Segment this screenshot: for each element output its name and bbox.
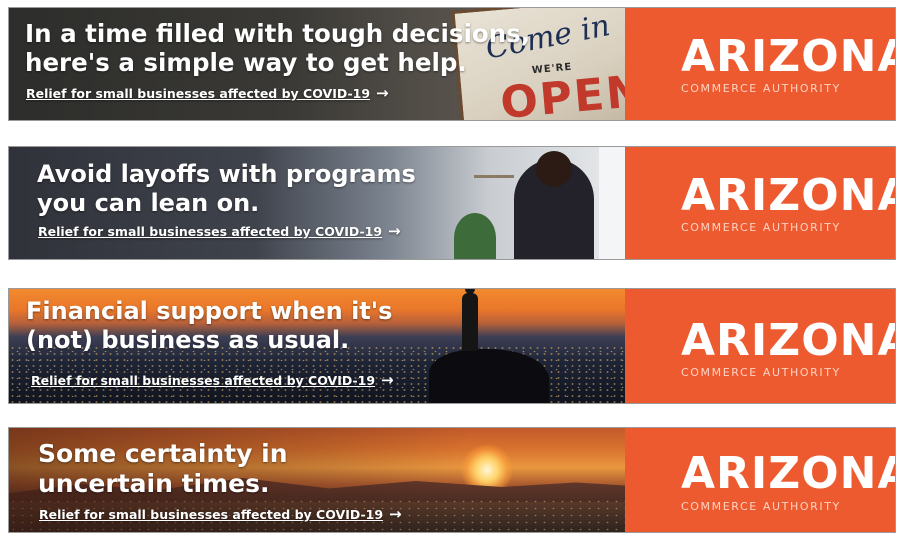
headline-line: Avoid layoffs with programs xyxy=(37,160,416,188)
banner-3[interactable]: Financial support when it's (not) busine… xyxy=(8,288,896,404)
banner-1-relief-link[interactable]: Relief for small businesses affected by … xyxy=(26,84,389,102)
relief-link-text[interactable]: Relief for small businesses affected by … xyxy=(38,224,382,239)
hiker-image xyxy=(462,289,478,351)
banner-4-relief-link[interactable]: Relief for small businesses affected by … xyxy=(39,505,402,523)
arizona-logo-panel: ARIZONA COMMERCE AUTHORITY xyxy=(625,147,895,259)
banner-1-headline: In a time filled with tough decisions, h… xyxy=(25,19,530,77)
arizona-logo: ARIZONA xyxy=(681,315,896,366)
commerce-authority-label: COMMERCE AUTHORITY xyxy=(681,221,841,234)
window-light xyxy=(599,147,625,259)
arizona-logo-panel: ARIZONA COMMERCE AUTHORITY xyxy=(625,8,895,120)
arizona-logo-panel: ARIZONA COMMERCE AUTHORITY xyxy=(625,428,895,532)
headline-line: here's a simple way to get help. xyxy=(25,48,467,77)
headline-line: Some certainty in xyxy=(38,439,288,468)
commerce-authority-label: COMMERCE AUTHORITY xyxy=(681,366,841,379)
shelf-image xyxy=(474,175,514,178)
banner-4-headline: Some certainty in uncertain times. xyxy=(38,439,288,499)
headline-line: (not) business as usual. xyxy=(26,326,350,354)
arrow-right-icon: → xyxy=(376,84,389,102)
headline-line: Financial support when it's xyxy=(26,297,393,325)
arrow-right-icon: → xyxy=(389,505,402,523)
commerce-authority-label: COMMERCE AUTHORITY xyxy=(681,82,841,95)
arizona-logo: ARIZONA xyxy=(681,31,896,82)
banner-2-relief-link[interactable]: Relief for small businesses affected by … xyxy=(38,222,401,240)
woman-image xyxy=(514,151,594,259)
banner-1[interactable]: Come in WE'RE OPEN In a time filled with… xyxy=(8,7,896,121)
relief-link-text[interactable]: Relief for small businesses affected by … xyxy=(39,507,383,522)
rock-outcrop-image xyxy=(429,349,549,403)
relief-link-text[interactable]: Relief for small businesses affected by … xyxy=(31,373,375,388)
headline-line: In a time filled with tough decisions, xyxy=(25,19,531,48)
commerce-authority-label: COMMERCE AUTHORITY xyxy=(681,500,841,513)
relief-link-text[interactable]: Relief for small businesses affected by … xyxy=(26,86,370,101)
arrow-right-icon: → xyxy=(388,222,401,240)
plant-image xyxy=(454,213,496,259)
hiker-head xyxy=(465,289,475,294)
arrow-right-icon: → xyxy=(381,371,394,389)
banner-2[interactable]: Avoid layoffs with programs you can lean… xyxy=(8,146,896,260)
banner-2-headline: Avoid layoffs with programs you can lean… xyxy=(37,160,416,218)
banner-3-relief-link[interactable]: Relief for small businesses affected by … xyxy=(31,371,394,389)
headline-line: you can lean on. xyxy=(37,189,260,217)
arizona-logo-panel: ARIZONA COMMERCE AUTHORITY xyxy=(625,289,895,403)
arizona-logo: ARIZONA xyxy=(681,448,896,499)
woman-head xyxy=(536,151,572,187)
banner-3-headline: Financial support when it's (not) busine… xyxy=(26,297,392,355)
headline-line: uncertain times. xyxy=(38,469,270,498)
banner-4[interactable]: Some certainty in uncertain times. Relie… xyxy=(8,427,896,533)
arizona-logo: ARIZONA xyxy=(681,170,896,221)
